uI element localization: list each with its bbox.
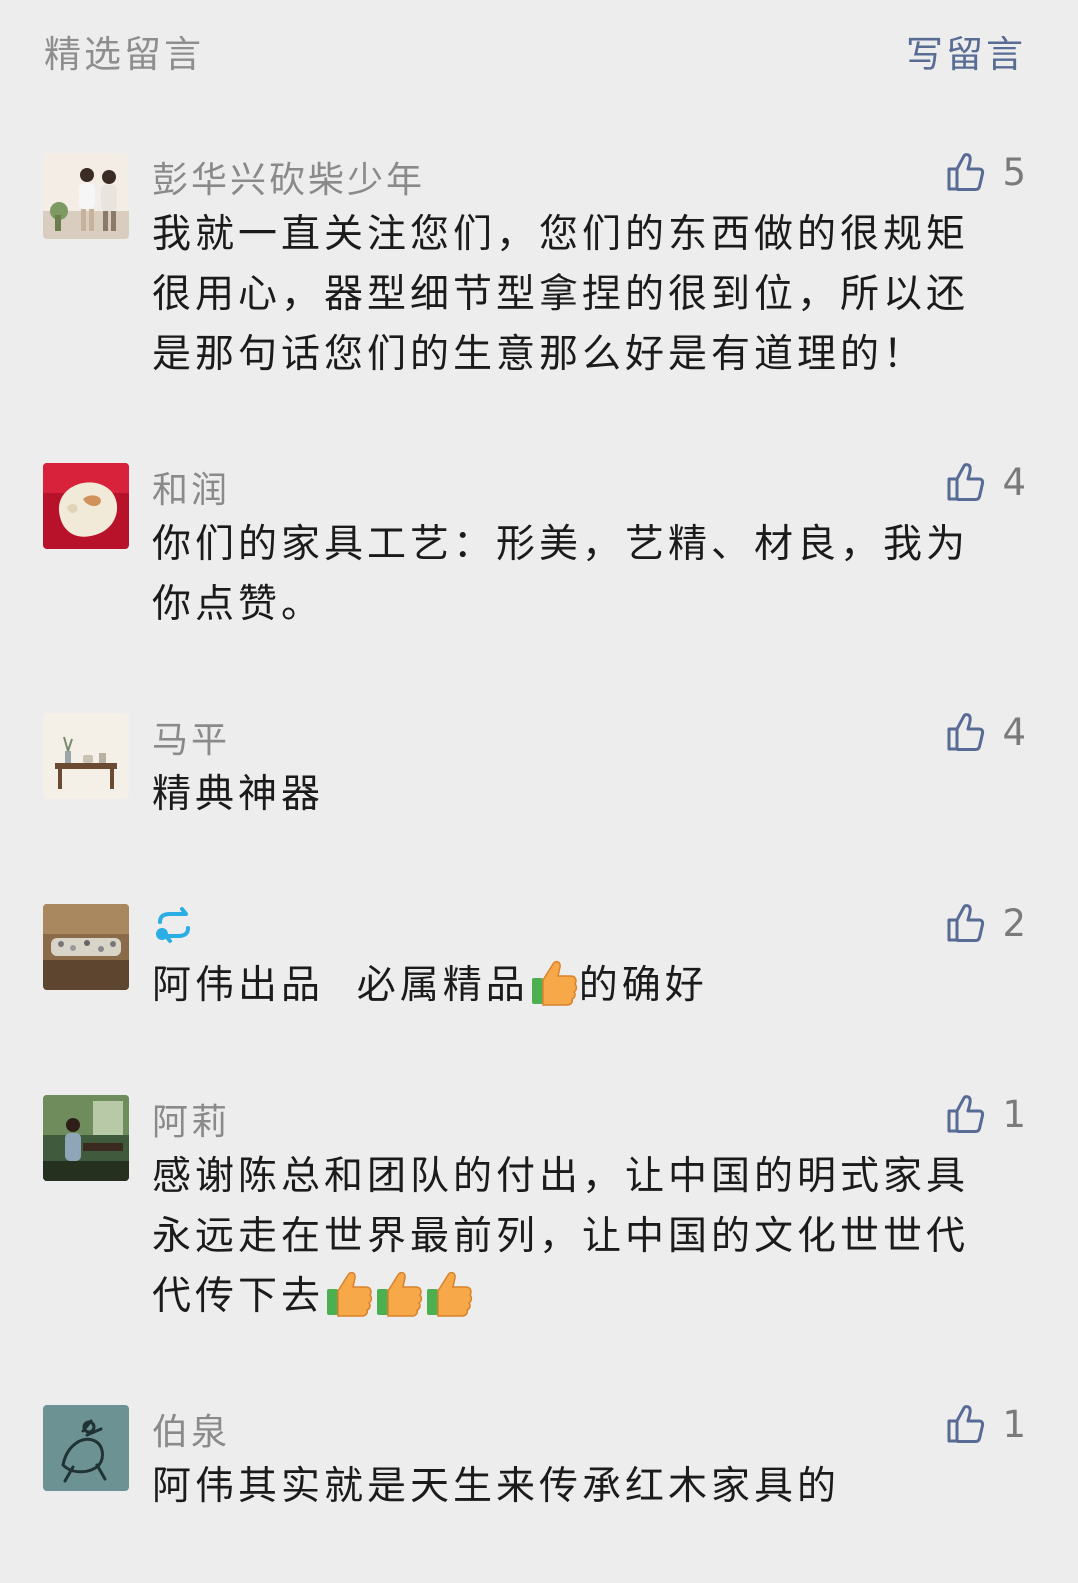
comment-text: 我就一直关注您们，您们的东西做的很规矩很用心，器型细节型拿捏的很到位，所以还是那… — [152, 212, 970, 377]
like-count: 1 — [1002, 1402, 1026, 1446]
like-count: 4 — [1002, 460, 1026, 504]
like-count: 1 — [1002, 1092, 1026, 1136]
comment-item: 和润 4 你们的家具工艺：形美，艺精、材良，我为你点赞。 — [0, 461, 1078, 643]
thumb-up-icon — [944, 711, 986, 753]
like-button[interactable]: 4 — [944, 457, 1026, 507]
comment-text: 你们的家具工艺：形美，艺精、材良，我为你点赞。 — [152, 522, 970, 627]
comment-author[interactable]: 彭华兴砍柴少年 — [152, 151, 425, 203]
avatar[interactable] — [43, 1405, 129, 1491]
comment-author[interactable]: 和润 — [152, 461, 230, 513]
like-count: 2 — [1002, 901, 1026, 945]
thumb-up-icon — [944, 1403, 986, 1445]
comment-author[interactable]: 马平 — [152, 711, 230, 763]
thumb-up-icon — [944, 902, 986, 944]
thumbs-up-emoji-icon — [529, 958, 579, 1008]
thumb-up-icon — [944, 1093, 986, 1135]
comment-text-part: 的确好 — [578, 963, 708, 1008]
comment-item: 阿莉 1 感谢陈总和团队的付出，让中国的明式家具永远走在世界最前列，让中国的文化… — [0, 1093, 1078, 1335]
like-count: 5 — [1002, 150, 1026, 194]
comment-item: 伯泉 1 阿伟其实就是天生来传承红木家具的 — [0, 1403, 1078, 1525]
thumbs-up-emoji-icon — [374, 1269, 424, 1319]
like-count: 4 — [1002, 710, 1026, 754]
comment-text: 精典神器 — [152, 772, 325, 817]
thumb-up-icon — [944, 461, 986, 503]
avatar[interactable] — [43, 713, 129, 799]
section-title: 精选留言 — [44, 33, 204, 76]
comment-text: 阿伟其实就是天生来传承红木家具的 — [152, 1464, 841, 1509]
comment-text-part: 阿伟出品 必属精品 — [152, 963, 529, 1008]
avatar[interactable] — [43, 153, 129, 239]
comment-text: 感谢陈总和团队的付出，让中国的明式家具永远走在世界最前列，让中国的文化世世代代传… — [152, 1147, 1002, 1327]
avatar[interactable] — [43, 904, 129, 990]
like-button[interactable]: 1 — [944, 1399, 1026, 1449]
comment-item: 马平 4 精典神器 — [0, 711, 1078, 833]
like-button[interactable]: 5 — [944, 147, 1026, 197]
comment-item: 2 阿伟出品 必属精品 的确好 — [0, 902, 1078, 1024]
thumbs-up-emoji-icon — [424, 1269, 474, 1319]
avatar[interactable] — [43, 463, 129, 549]
thumb-up-icon — [944, 151, 986, 193]
repost-icon — [152, 906, 196, 948]
comment-author[interactable]: 伯泉 — [152, 1403, 230, 1455]
write-comment-link[interactable]: 写留言 — [906, 24, 1026, 78]
avatar[interactable] — [43, 1095, 129, 1181]
like-button[interactable]: 4 — [944, 707, 1026, 757]
like-button[interactable]: 1 — [944, 1089, 1026, 1139]
comments-header: 精选留言 写留言 — [0, 0, 1078, 100]
comment-item: 彭华兴砍柴少年 5 我就一直关注您们，您们的东西做的很规矩很用心，器型细节型拿捏… — [0, 151, 1078, 393]
thumbs-up-emoji-icon — [324, 1269, 374, 1319]
comment-text: 阿伟出品 必属精品 的确好 — [152, 956, 1002, 1016]
comment-text-body: 感谢陈总和团队的付出，让中国的明式家具永远走在世界最前列，让中国的文化世世代代传… — [152, 1154, 970, 1319]
comment-author[interactable]: 阿莉 — [152, 1093, 230, 1145]
like-button[interactable]: 2 — [944, 898, 1026, 948]
